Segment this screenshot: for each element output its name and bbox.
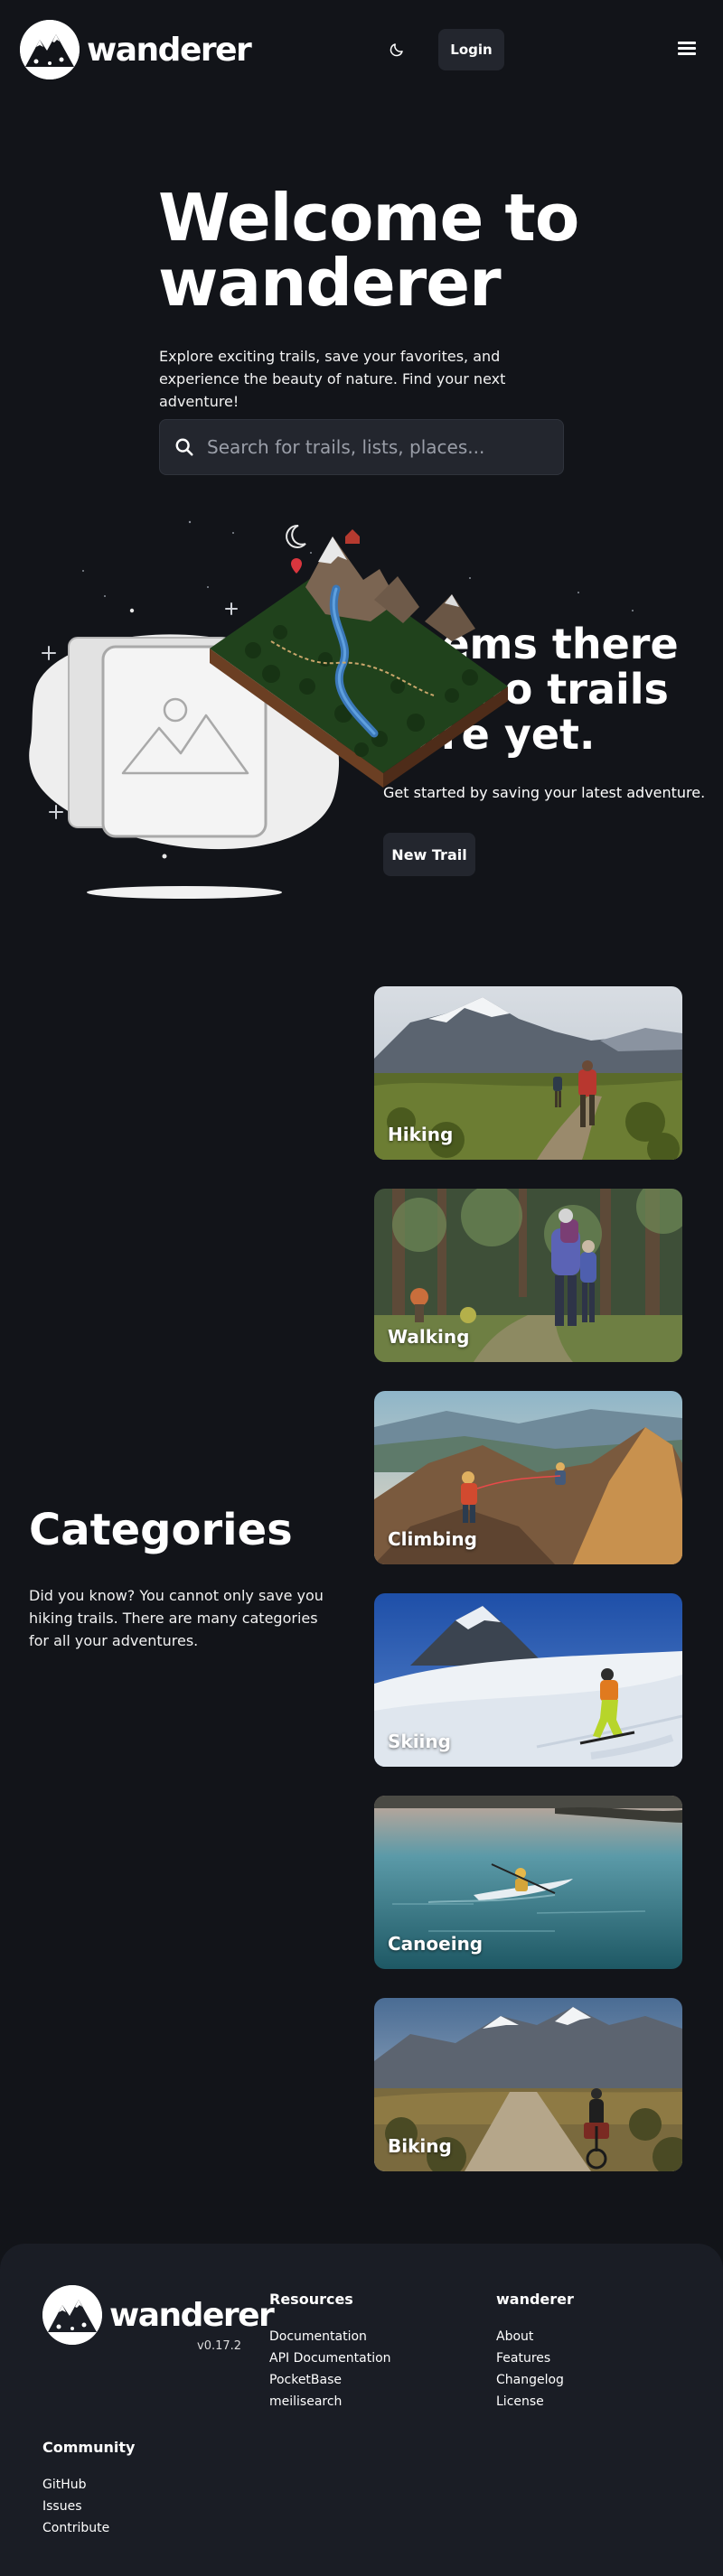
logo-mountain-icon	[42, 2285, 102, 2345]
category-card-climbing[interactable]: Climbing	[374, 1391, 682, 1564]
hero-subtitle: Explore exciting trails, save your favor…	[159, 348, 506, 410]
footer-community: Community GitHub Issues Contribute	[42, 2439, 135, 2539]
search-bar[interactable]	[159, 419, 564, 475]
footer-link-changelog[interactable]: Changelog	[496, 2369, 574, 2391]
category-label: Walking	[388, 1326, 470, 1348]
footer-resources-title: Resources	[269, 2291, 353, 2308]
empty-state-subtitle: Get started by saving your latest advent…	[383, 784, 706, 801]
search-icon	[175, 438, 193, 456]
empty-state-illustration	[0, 506, 723, 921]
footer-brand-name: wanderer	[109, 2296, 275, 2334]
footer-resources: Resources Documentation API Documentatio…	[269, 2291, 391, 2413]
top-navigation: wanderer Login	[0, 0, 723, 99]
footer: wanderer v0.17.2 Resources Documentation…	[0, 2244, 723, 2576]
category-card-hiking[interactable]: Hiking	[374, 986, 682, 1160]
footer-wanderer-title: wanderer	[496, 2291, 574, 2308]
category-card-walking[interactable]: Walking	[374, 1189, 682, 1362]
footer-link-documentation[interactable]: Documentation	[269, 2326, 391, 2347]
footer-link-issues[interactable]: Issues	[42, 2496, 135, 2517]
footer-link-license[interactable]: License	[496, 2391, 574, 2413]
category-label: Canoeing	[388, 1933, 484, 1955]
logo-mountain-icon	[20, 20, 80, 79]
footer-link-about[interactable]: About	[496, 2326, 574, 2347]
hero-title: Welcome to wanderer	[158, 180, 579, 321]
brand-logo[interactable]: wanderer	[20, 20, 252, 79]
category-label: Climbing	[388, 1528, 477, 1550]
footer-link-features[interactable]: Features	[496, 2347, 574, 2369]
theme-toggle-button[interactable]	[383, 36, 410, 63]
footer-wanderer: wanderer About Features Changelog Licens…	[496, 2291, 574, 2413]
brand-name: wanderer	[87, 31, 252, 69]
category-card-skiing[interactable]: Skiing	[374, 1593, 682, 1767]
footer-link-github[interactable]: GitHub	[42, 2474, 135, 2496]
category-label: Biking	[388, 2135, 452, 2157]
category-label: Hiking	[388, 1124, 454, 1145]
new-trail-button[interactable]: New Trail	[383, 833, 475, 876]
login-button[interactable]: Login	[438, 29, 504, 70]
categories-description: Did you know? You cannot only save you h…	[29, 1587, 324, 1649]
footer-community-title: Community	[42, 2439, 136, 2456]
category-card-canoeing[interactable]: Canoeing	[374, 1796, 682, 1969]
app-version: v0.17.2	[197, 2339, 242, 2353]
footer-link-meilisearch[interactable]: meilisearch	[269, 2391, 391, 2413]
hamburger-menu-icon[interactable]	[676, 39, 698, 61]
footer-logo[interactable]: wanderer	[42, 2285, 275, 2345]
moon-icon	[390, 43, 403, 57]
footer-link-contribute[interactable]: Contribute	[42, 2517, 135, 2539]
footer-link-pocketbase[interactable]: PocketBase	[269, 2369, 391, 2391]
categories-title: Categories	[29, 1505, 293, 1555]
search-input[interactable]	[207, 436, 550, 458]
category-card-biking[interactable]: Biking	[374, 1998, 682, 2171]
category-label: Skiing	[388, 1731, 451, 1752]
footer-link-api-documentation[interactable]: API Documentation	[269, 2347, 391, 2369]
